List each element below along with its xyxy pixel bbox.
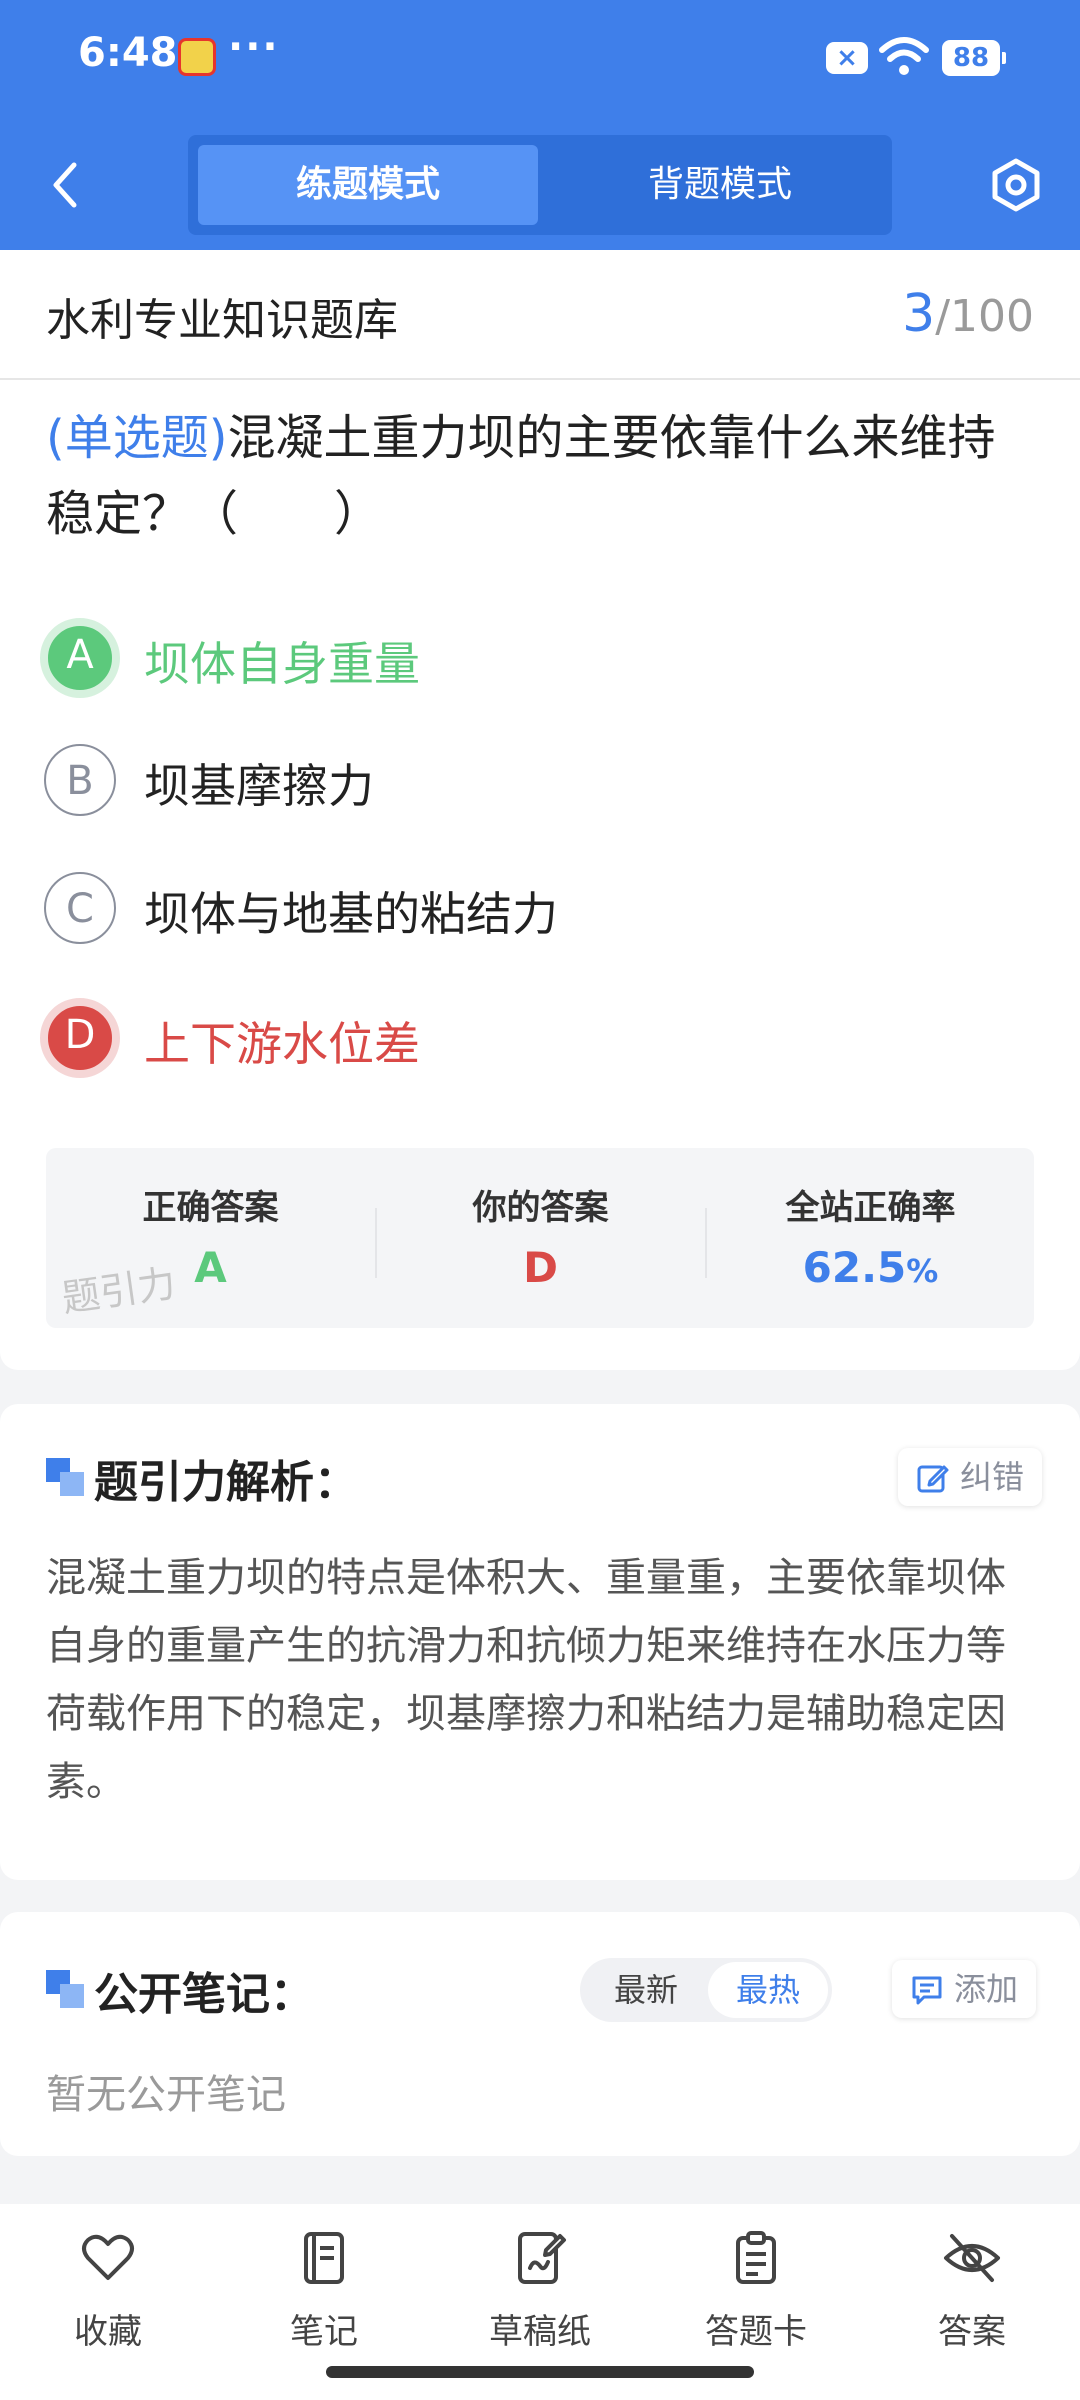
back-button[interactable] [40, 155, 90, 215]
question-text: (单选题)混凝土重力坝的主要依靠什么来维持稳定？（ ） [46, 400, 1036, 552]
nav-answer-sheet-label: 答题卡 [705, 2312, 807, 2352]
add-note-button[interactable]: 添加 [892, 1960, 1037, 2018]
status-time: 6:48 [78, 30, 178, 76]
correct-answer-label: 正确答案 [142, 1188, 279, 1228]
tab-memorize-mode[interactable]: 背题模式 [550, 145, 890, 225]
nav-answer-sheet[interactable]: 答题卡 [666, 2228, 846, 2368]
sort-latest-option[interactable]: 最新 [586, 1962, 706, 2018]
accuracy-col: 全站正确率 62.5% [706, 1148, 1035, 1328]
option-c-key: C [44, 872, 116, 944]
section-icon [46, 1970, 86, 2010]
public-notes-card: 公开笔记： 最新 最热 添加 暂无公开笔记 [0, 1912, 1080, 2156]
report-error-label: 纠错 [960, 1458, 1025, 1496]
comment-icon [912, 1976, 942, 2005]
option-c-text: 坝体与地基的粘结力 [144, 887, 558, 941]
mode-switch: 练题模式 背题模式 [188, 135, 892, 235]
answer-summary: 正确答案 A 你的答案 D 全站正确率 62.5% 题引力 [46, 1148, 1034, 1328]
option-d[interactable]: D 上下游水位差 [40, 998, 944, 1078]
nav-draft[interactable]: 草稿纸 [450, 2228, 630, 2368]
notebook-icon [304, 2232, 344, 2284]
status-bar: 6:48 ··· × 88 [0, 0, 1080, 120]
sort-hot-option[interactable]: 最热 [708, 1962, 828, 2018]
nav-notes-label: 笔记 [290, 2312, 358, 2352]
nav-favorite-label: 收藏 [74, 2312, 142, 2352]
report-error-button[interactable]: 纠错 [898, 1448, 1043, 1506]
your-answer-col: 你的答案 D [376, 1148, 705, 1328]
nav-answer-label: 答案 [938, 2312, 1006, 2352]
app-notification-icon [178, 38, 216, 76]
question-card: 水利专业知识题库 3/100 (单选题)混凝土重力坝的主要依靠什么来维持稳定？（… [0, 250, 1080, 1370]
heart-icon [82, 2234, 134, 2280]
empty-notes-text: 暂无公开笔记 [46, 2072, 286, 2118]
accuracy-value: 62.5% [706, 1243, 1035, 1292]
wifi-icon [879, 37, 929, 75]
option-a[interactable]: A 坝体自身重量 [40, 618, 944, 698]
draft-icon [518, 2232, 566, 2284]
notes-sort-toggle: 最新 最热 [580, 1958, 832, 2022]
accuracy-label: 全站正确率 [785, 1188, 956, 1228]
option-b-text: 坝基摩擦力 [144, 759, 374, 813]
progress-current: 3 [902, 284, 936, 344]
no-sim-icon: × [826, 42, 868, 74]
section-icon [46, 1458, 86, 1498]
analysis-text: 混凝土重力坝的特点是体积大、重量重，主要依靠坝体自身的重量产生的抗滑力和抗倾力矩… [46, 1555, 1006, 1805]
nav-draft-label: 草稿纸 [489, 2312, 591, 2352]
accuracy-number: 62.5 [802, 1243, 907, 1292]
progress-total: /100 [935, 291, 1034, 342]
option-d-text: 上下游水位差 [144, 1017, 420, 1071]
edit-icon [917, 1465, 949, 1493]
question-progress: 3/100 [902, 284, 1034, 344]
analysis-card: 题引力解析： 纠错 混凝土重力坝的特点是体积大、重量重，主要依靠坝体自身的重量产… [0, 1404, 1080, 1880]
nav-notes[interactable]: 笔记 [234, 2228, 414, 2368]
question-bank-title: 水利专业知识题库 [46, 295, 398, 346]
battery-indicator: 88 [942, 40, 1006, 76]
option-c[interactable]: C 坝体与地基的粘结力 [44, 872, 944, 948]
tab-practice-mode[interactable]: 练题模式 [198, 145, 538, 225]
option-b[interactable]: B 坝基摩擦力 [44, 744, 944, 820]
option-d-key: D [40, 998, 120, 1078]
question-header: 水利专业知识题库 3/100 [0, 250, 1080, 380]
add-note-label: 添加 [954, 1970, 1019, 2008]
eye-off-icon [944, 2234, 1000, 2282]
top-app-bar: 6:48 ··· × 88 练题模式 背题模式 [0, 0, 1080, 250]
clipboard-icon [736, 2231, 776, 2284]
your-answer-label: 你的答案 [472, 1188, 609, 1228]
settings-button[interactable] [986, 155, 1046, 215]
notes-title: 公开笔记： [94, 1969, 314, 2020]
analysis-title: 题引力解析： [94, 1457, 358, 1508]
your-answer-value: D [523, 1243, 558, 1292]
option-a-key: A [40, 618, 120, 698]
option-b-key: B [44, 744, 116, 816]
nav-favorite[interactable]: 收藏 [18, 2228, 198, 2368]
more-notifications-icon: ··· [228, 24, 280, 70]
question-type: (单选题) [46, 410, 228, 466]
nav-answer[interactable]: 答案 [882, 2228, 1062, 2368]
home-indicator[interactable] [326, 2366, 754, 2378]
accuracy-unit: % [906, 1252, 939, 1290]
option-a-text: 坝体自身重量 [144, 637, 420, 691]
